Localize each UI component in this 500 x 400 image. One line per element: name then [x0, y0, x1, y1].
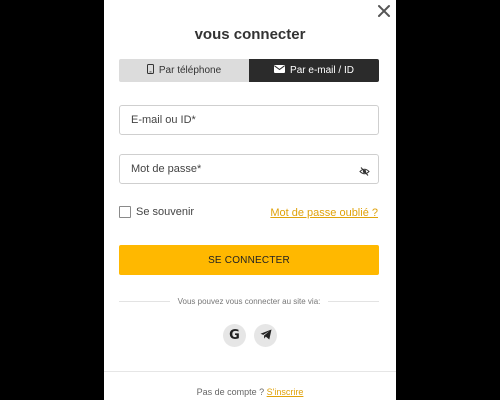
modal-title: vous connecter — [194, 26, 306, 43]
tab-phone[interactable]: Par téléphone — [119, 59, 249, 82]
email-field[interactable] — [120, 106, 346, 134]
forgot-password-link[interactable]: Mot de passe oublié ? — [270, 207, 378, 219]
footer-divider — [104, 371, 396, 372]
tab-phone-label: Par téléphone — [158, 65, 222, 76]
signup-link[interactable]: S'inscrire — [267, 387, 304, 397]
tab-email[interactable]: Par e-mail / ID — [249, 59, 379, 82]
login-method-tabs: Par téléphone Par e-mail / ID — [119, 59, 379, 82]
remember-label: Se souvenir — [136, 206, 195, 218]
divider-line-left — [119, 301, 170, 302]
google-login-button[interactable]: G — [223, 324, 246, 347]
remember-me: Se souvenir — [119, 206, 194, 218]
google-icon: G — [229, 328, 240, 343]
signup-prompt: Pas de compte ? — [196, 387, 265, 397]
divider-line-right — [328, 301, 380, 302]
password-field[interactable] — [120, 155, 346, 183]
eye-slash-icon[interactable] — [359, 164, 370, 176]
envelope-icon — [274, 65, 286, 76]
social-divider: Vous pouvez vous connecter au site via: — [119, 297, 380, 306]
phone-icon — [146, 64, 154, 77]
tab-email-label: Par e-mail / ID — [290, 65, 354, 76]
email-field-wrapper — [119, 105, 379, 135]
telegram-login-button[interactable] — [254, 324, 277, 347]
remember-checkbox[interactable] — [119, 206, 131, 218]
close-icon[interactable] — [376, 3, 392, 19]
password-field-wrapper — [119, 154, 379, 184]
social-login: G — [104, 324, 396, 347]
social-prompt: Vous pouvez vous connecter au site via: — [177, 297, 321, 306]
telegram-icon — [260, 327, 272, 345]
login-modal: vous connecter Par téléphone Par e-mail … — [104, 0, 396, 400]
signup-footer: Pas de compte ? S'inscrire — [104, 387, 396, 397]
login-button[interactable]: SE CONNECTER — [119, 245, 379, 275]
